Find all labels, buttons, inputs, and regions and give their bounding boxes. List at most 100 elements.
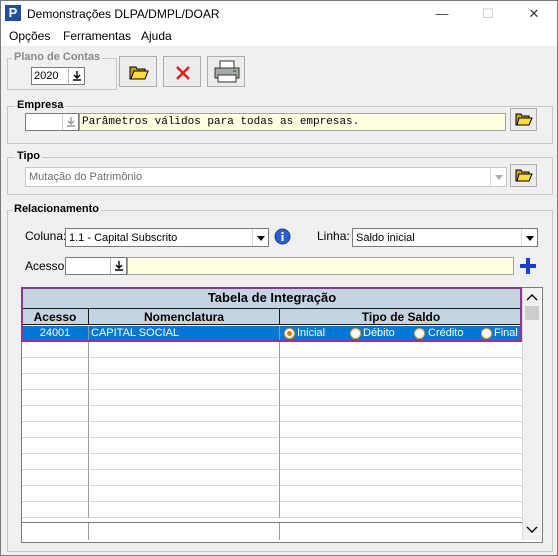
empty-cell — [22, 422, 89, 438]
radio-label-debito: Débito — [363, 327, 395, 339]
folder-open-icon — [515, 113, 533, 126]
empty-cell — [22, 486, 89, 502]
menu-opcoes[interactable]: Opções — [9, 29, 50, 43]
table-row[interactable]: 24001 CAPITAL SOCIAL Inicial Débito Créd… — [22, 326, 522, 342]
scroll-up-icon[interactable] — [526, 292, 538, 302]
add-plus-icon[interactable] — [518, 256, 538, 276]
red-x-icon — [176, 66, 190, 80]
column-header-nomenclatura[interactable]: Nomenclatura — [89, 309, 280, 325]
coluna-value: 1.1 - Capital Subscrito — [69, 232, 178, 244]
tipo-open-button[interactable] — [510, 164, 537, 187]
empresa-open-button[interactable] — [510, 108, 537, 131]
table-row-empty[interactable] — [22, 470, 522, 486]
empty-cell — [89, 438, 280, 454]
tipo-select[interactable]: Mutação do Patrimônio — [25, 167, 507, 187]
chevron-down-icon[interactable] — [252, 229, 268, 246]
info-icon[interactable] — [274, 228, 291, 245]
empty-cell — [22, 358, 89, 374]
menu-ajuda[interactable]: Ajuda — [141, 29, 172, 43]
year-field[interactable]: 2020 — [31, 67, 85, 85]
scroll-down-icon[interactable] — [526, 525, 538, 535]
relacionamento-label: Relacionamento — [12, 203, 101, 215]
table-row-empty[interactable] — [22, 454, 522, 470]
empty-cell — [280, 486, 522, 502]
empty-cell — [22, 390, 89, 406]
coluna-select[interactable]: 1.1 - Capital Subscrito — [65, 228, 269, 247]
empresa-description: Parâmetros válidos para todas as empresa… — [82, 116, 360, 128]
year-value: 2020 — [34, 70, 59, 82]
empty-cell — [280, 342, 522, 358]
empty-cell — [89, 454, 280, 470]
empty-cell — [280, 438, 522, 454]
empty-cell — [22, 374, 89, 390]
empty-cell — [89, 406, 280, 422]
column-header-tipo-saldo[interactable]: Tipo de Saldo — [280, 309, 522, 325]
column-header-acesso[interactable]: Acesso — [22, 309, 89, 325]
empty-cell — [89, 486, 280, 502]
table-row-empty[interactable] — [22, 390, 522, 406]
table-title: Tabela de Integração — [22, 288, 522, 309]
menu-ferramentas[interactable]: Ferramentas — [63, 29, 131, 43]
empty-cell — [280, 406, 522, 422]
minimize-button[interactable]: — — [419, 1, 465, 27]
cell-nomenclatura: CAPITAL SOCIAL — [89, 326, 280, 342]
scroll-thumb[interactable] — [525, 306, 539, 320]
table-row-empty[interactable] — [22, 358, 522, 374]
table-row-empty[interactable] — [22, 486, 522, 502]
empty-cell — [22, 342, 89, 358]
empty-cell — [280, 470, 522, 486]
table-row-empty[interactable] — [22, 502, 522, 518]
cell-acesso: 24001 — [22, 326, 89, 342]
empresa-description-field: Parâmetros válidos para todas as empresa… — [79, 113, 506, 131]
acesso-download-icon[interactable] — [110, 258, 127, 274]
table-row-empty[interactable] — [22, 342, 522, 358]
linha-label: Linha: — [317, 229, 350, 243]
tipo-label: Tipo — [15, 150, 43, 162]
empty-cell — [280, 454, 522, 470]
empty-cell — [89, 470, 280, 486]
radio-label-final: Final — [494, 327, 518, 339]
radio-final[interactable] — [481, 328, 492, 339]
year-download-icon[interactable] — [68, 68, 85, 84]
chevron-down-icon[interactable] — [490, 168, 506, 186]
empty-cell — [89, 502, 280, 518]
cell-tipo-saldo: Inicial Débito Crédito Final — [280, 326, 522, 342]
empresa-label: Empresa — [15, 99, 66, 111]
empty-cell — [280, 422, 522, 438]
linha-value: Saldo inicial — [356, 232, 415, 244]
integration-table[interactable]: Tabela de Integração Acesso Nomenclatura… — [21, 287, 543, 543]
chevron-down-icon[interactable] — [521, 229, 537, 246]
maximize-button[interactable]: ☐ — [465, 1, 511, 27]
radio-inicial[interactable] — [284, 328, 295, 339]
radio-debito[interactable] — [350, 328, 361, 339]
empresa-code-field[interactable] — [25, 113, 79, 131]
radio-label-inicial: Inicial — [297, 327, 326, 339]
delete-button[interactable] — [163, 56, 201, 87]
tipo-value: Mutação do Patrimônio — [29, 171, 143, 183]
vertical-scrollbar[interactable] — [522, 288, 541, 540]
empresa-download-icon[interactable] — [62, 114, 79, 130]
empty-cell — [22, 406, 89, 422]
empty-cell — [280, 374, 522, 390]
empty-cell — [22, 470, 89, 486]
table-row-empty[interactable] — [22, 406, 522, 422]
table-row-empty[interactable] — [22, 422, 522, 438]
linha-select[interactable]: Saldo inicial — [352, 228, 538, 247]
app-icon: P — [5, 5, 21, 21]
empty-cell — [89, 390, 280, 406]
empty-cell — [280, 358, 522, 374]
radio-credito[interactable] — [414, 328, 425, 339]
empty-cell — [89, 358, 280, 374]
folder-open-icon — [129, 66, 149, 80]
table-footer — [22, 523, 522, 540]
empty-cell — [89, 374, 280, 390]
table-row-empty[interactable] — [22, 374, 522, 390]
footer-sep — [88, 523, 89, 540]
open-button[interactable] — [119, 56, 157, 87]
close-button[interactable]: ✕ — [511, 1, 557, 27]
table-row-empty[interactable] — [22, 438, 522, 454]
print-button[interactable] — [207, 56, 245, 87]
folder-open-icon — [515, 169, 533, 182]
acesso-description-field — [127, 257, 514, 275]
acesso-field[interactable] — [65, 257, 127, 275]
